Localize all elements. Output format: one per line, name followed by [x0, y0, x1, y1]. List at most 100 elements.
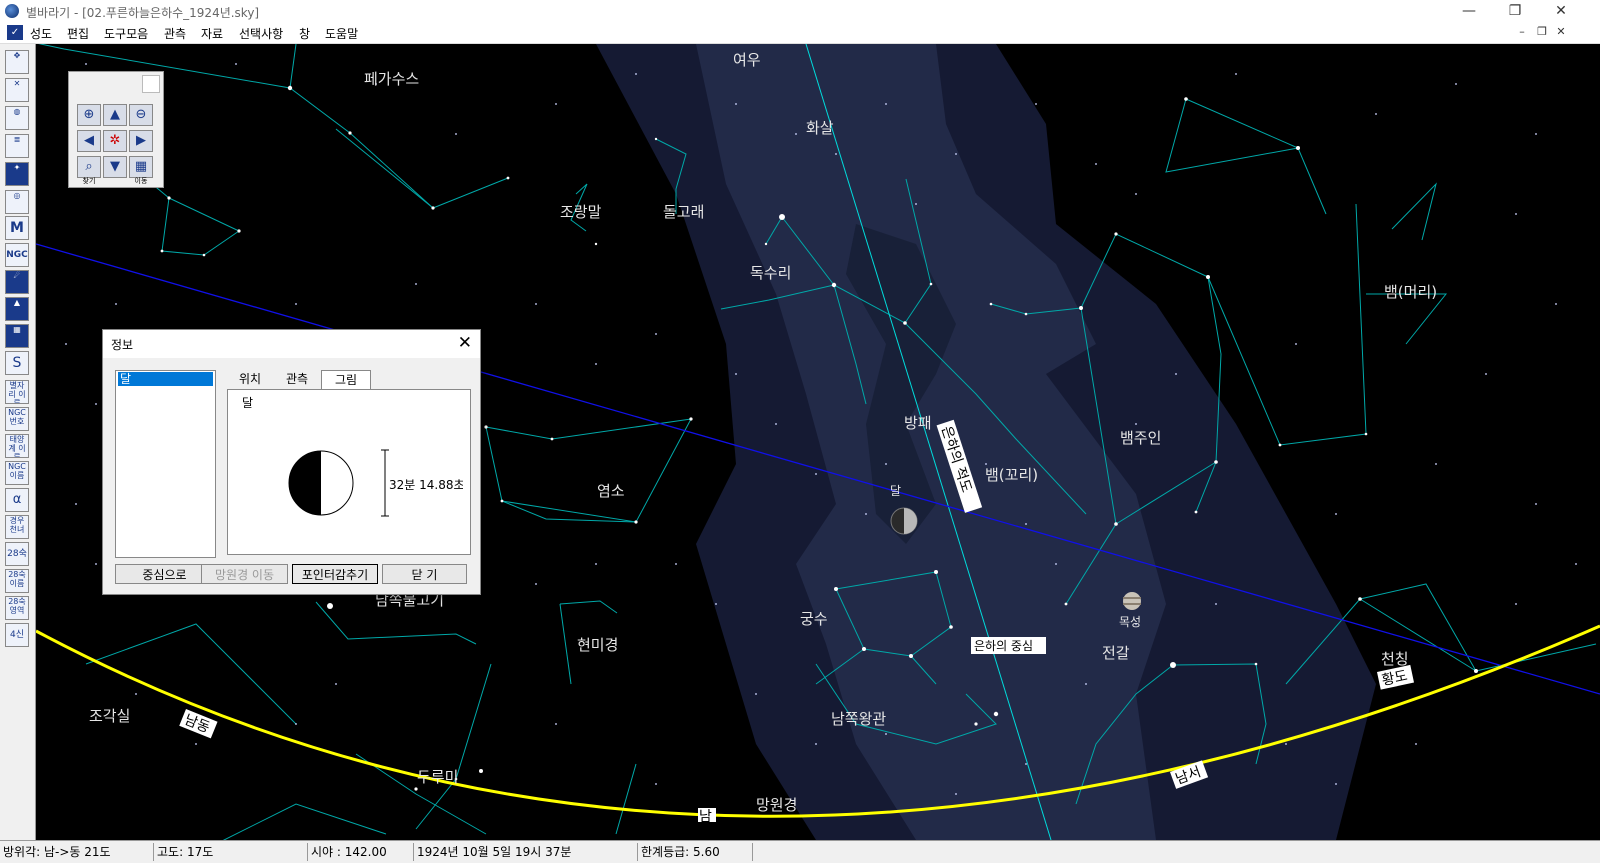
- moon-label: 달: [890, 484, 901, 498]
- toolbar-galaxy-button[interactable]: ◎: [5, 190, 29, 214]
- menu-data[interactable]: 자료: [201, 25, 223, 42]
- label-microscopium: 현미경: [577, 636, 618, 654]
- close-button[interactable]: ✕: [1538, 0, 1584, 23]
- label-scorpius: 전갈: [1102, 644, 1130, 662]
- svg-text:은하의 중심: 은하의 중심: [974, 639, 1033, 653]
- toolbar-greek-button[interactable]: α: [5, 488, 29, 512]
- moon-marker[interactable]: [890, 507, 918, 535]
- toolbar-layers-button[interactable]: ≣: [5, 134, 29, 158]
- altitude-status: 고도: 17도: [157, 845, 214, 859]
- move-label: 이동: [134, 177, 148, 185]
- object-list-item[interactable]: 달: [118, 372, 213, 386]
- status-divider: [752, 843, 753, 861]
- toolbar-select-button[interactable]: ✥: [5, 50, 29, 74]
- status-divider: [637, 843, 638, 861]
- title-bar: 별바라기 - [02.푸른하늘은하수_1924년.sky] — ❐ ✕: [0, 0, 1600, 23]
- tab-position[interactable]: 위치: [227, 370, 273, 388]
- app-icon: [5, 4, 19, 18]
- toolbar-28-lunar-names-button[interactable]: 28숙 이름: [5, 569, 29, 593]
- status-bar: 방위각: 남->동 21도 고도: 17도 시야 : 142.00 1924년 …: [0, 840, 1600, 863]
- mdi-minimize-button[interactable]: –: [1514, 25, 1530, 40]
- toolbar-weaver-button[interactable]: 경우 천녀: [5, 515, 29, 539]
- label-sculptor: 조각실: [89, 707, 130, 725]
- nav-close-button[interactable]: [142, 75, 160, 93]
- object-list[interactable]: 달: [115, 370, 216, 558]
- find-label: 찾기: [82, 177, 96, 185]
- galactic-center-label: 은하의 중심: [971, 637, 1046, 654]
- minimize-button[interactable]: —: [1446, 0, 1492, 23]
- limit-magnitude-status: 한계등급: 5.60: [641, 845, 720, 859]
- tab-image[interactable]: 그림: [321, 370, 371, 389]
- find-button[interactable]: ⌕ 찾기: [77, 156, 101, 185]
- menu-star-chart[interactable]: 성도: [30, 25, 52, 42]
- pan-down-button[interactable]: ▼: [103, 156, 127, 178]
- toolbar-28-lunar-button[interactable]: 28숙: [5, 542, 29, 566]
- status-divider: [307, 843, 308, 861]
- toolbar-stars-button[interactable]: ✦: [5, 162, 29, 186]
- label-delphinus: 돌고래: [663, 203, 704, 221]
- center-button[interactable]: 중심으로: [115, 564, 214, 584]
- toolbar-ngc-names-button[interactable]: NGC 이름: [5, 461, 29, 485]
- toolbar-ngc-button[interactable]: NGC: [5, 243, 29, 267]
- hide-pointer-button[interactable]: 포인터감추기: [292, 564, 378, 584]
- center-view-button[interactable]: ✲: [103, 130, 127, 152]
- mdi-restore-button[interactable]: ❐: [1534, 25, 1550, 40]
- toolbar-globe-button[interactable]: ◍: [5, 106, 29, 130]
- move-button[interactable]: ▦ 이동: [129, 156, 153, 185]
- toolbar-telescope-button[interactable]: ▲: [5, 297, 29, 321]
- navigation-panel: ⊕ ▲ ⊖ ◀ ✲ ▶ ⌕ 찾기 ▼ ▦ 이동: [68, 71, 164, 188]
- info-dialog-title: 정보: [111, 338, 134, 352]
- telescope-move-button[interactable]: 망원경 이동: [201, 564, 288, 584]
- status-divider: [413, 843, 414, 861]
- document-icon[interactable]: ✓: [7, 25, 23, 40]
- zoom-in-button[interactable]: ⊕: [77, 104, 101, 126]
- dialog-close-button[interactable]: 닫 기: [382, 564, 467, 584]
- direction-label-s: 남: [698, 808, 716, 825]
- menu-help[interactable]: 도움말: [325, 25, 358, 42]
- jupiter-label: 목성: [1119, 615, 1141, 629]
- toolbar-path-button[interactable]: S: [5, 351, 29, 375]
- info-dialog: 정보 ✕ 달 위치 관측 그림 달 32분 14.88초 중심으로 망원경 이동…: [102, 329, 481, 595]
- object-name-label: 달: [242, 396, 254, 410]
- left-toolbar: ✥ ✕ ◍ ≣ ✦ ◎ M NGC ☄ ▲ ▦ S 별자리 이름 NGC 번호 …: [0, 44, 36, 840]
- info-dialog-close-button[interactable]: ✕: [458, 333, 472, 353]
- tab-observation[interactable]: 관측: [274, 370, 320, 388]
- find-icon: ⌕: [85, 159, 93, 174]
- telescope-move-label: 망원경 이동: [214, 568, 274, 582]
- window-title: 별바라기 - [02.푸른하늘은하수_1924년.sky]: [26, 6, 260, 20]
- toolbar-28-lunar-area-button[interactable]: 28숙 영역: [5, 596, 29, 620]
- toolbar-constellation-names-button[interactable]: 별자리 이름: [5, 380, 29, 404]
- pan-up-button[interactable]: ▲: [103, 104, 127, 126]
- grid-icon: ▦: [134, 159, 148, 174]
- toolbar-milkyway-button[interactable]: ▦: [5, 324, 29, 348]
- menu-window[interactable]: 창: [299, 25, 310, 42]
- label-serpens-caput: 뱀(머리): [1384, 283, 1437, 301]
- zoom-out-button[interactable]: ⊖: [129, 104, 153, 126]
- restore-button[interactable]: ❐: [1492, 0, 1538, 23]
- pan-left-button[interactable]: ◀: [77, 130, 101, 152]
- menu-edit[interactable]: 편집: [67, 25, 89, 42]
- ecliptic-label: 황도: [1377, 664, 1414, 690]
- toolbar-solar-names-button[interactable]: 태양계 이름: [5, 434, 29, 458]
- toolbar-ngc-number-button[interactable]: NGC 번호: [5, 407, 29, 431]
- label-grus: 두루미: [417, 768, 458, 786]
- label-aquila: 독수리: [750, 264, 791, 282]
- toolbar-messier-button[interactable]: M: [5, 216, 29, 240]
- menu-options[interactable]: 선택사항: [239, 25, 283, 42]
- moon-phase-icon: [288, 450, 354, 516]
- menu-bar: ✓ 성도 편집 도구모음 관측 자료 선택사항 창 도움말 – ❐ ✕: [0, 23, 1600, 44]
- pan-right-button[interactable]: ▶: [129, 130, 153, 152]
- jupiter-marker[interactable]: [1123, 592, 1141, 610]
- mdi-close-button[interactable]: ✕: [1553, 25, 1569, 40]
- menu-tools[interactable]: 도구모음: [104, 25, 148, 42]
- menu-observe[interactable]: 관측: [164, 25, 186, 42]
- toolbar-comet-button[interactable]: ☄: [5, 270, 29, 294]
- status-divider: [153, 843, 154, 861]
- toolbar-lines-button[interactable]: ✕: [5, 78, 29, 102]
- toolbar-four-gods-button[interactable]: 4신: [5, 623, 29, 647]
- label-pegasus: 페가수스: [364, 70, 419, 88]
- datetime-status: 1924년 10월 5일 19시 37분: [417, 845, 572, 859]
- label-ophiuchus: 뱀주인: [1120, 429, 1161, 447]
- label-capricornus: 염소: [597, 482, 625, 500]
- label-sagitta: 화살: [806, 119, 834, 137]
